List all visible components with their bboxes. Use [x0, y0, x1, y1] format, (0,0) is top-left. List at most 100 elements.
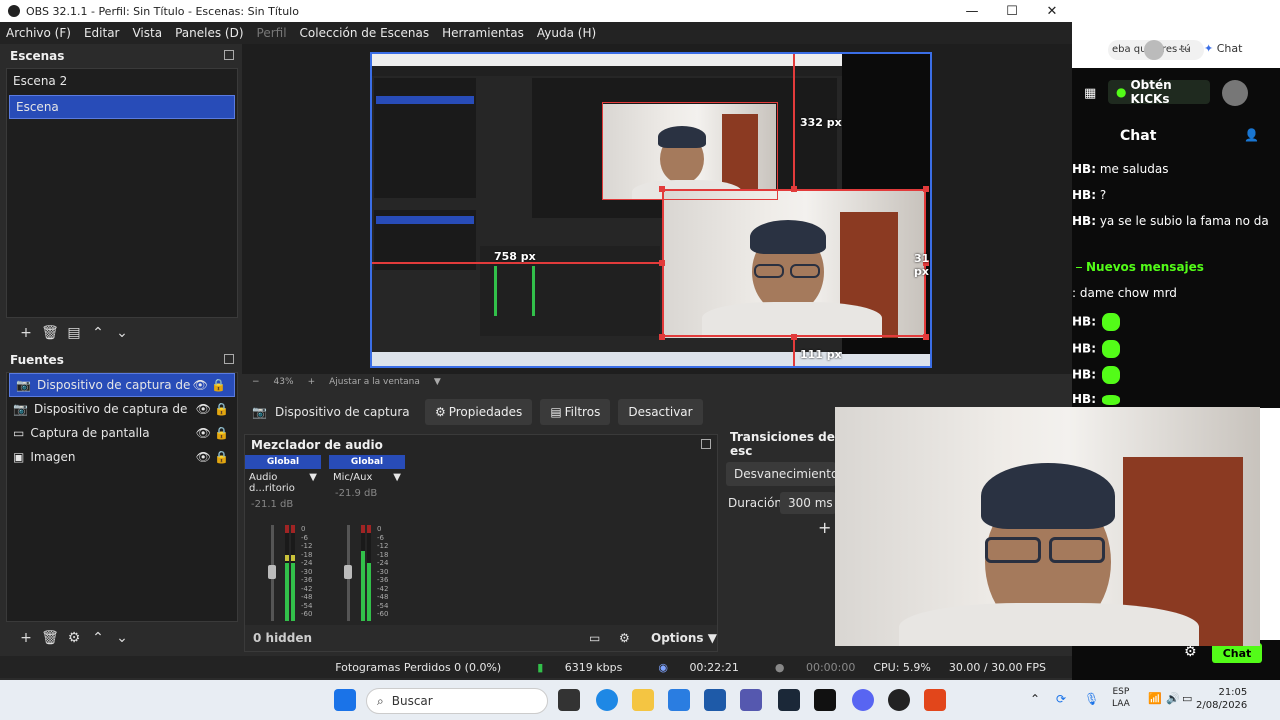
duration-input[interactable]: 300 ms — [780, 492, 836, 514]
add-scene-icon[interactable]: + — [14, 321, 38, 345]
dropped-frames: Fotogramas Perdidos 0 (0.0%) — [335, 660, 502, 674]
language-indicator[interactable]: ESP LAA — [1112, 686, 1130, 710]
volume-fader[interactable] — [344, 525, 352, 621]
move-down-icon[interactable]: ⌄ — [110, 321, 134, 345]
preview-canvas[interactable]: 332 px 758 px 31 px 111 px — [370, 52, 932, 368]
layout-icon[interactable]: ▭ — [589, 631, 600, 645]
menu-vista[interactable]: Vista — [132, 26, 162, 40]
steam-icon[interactable] — [778, 689, 800, 711]
wifi-icon[interactable]: 📶 — [1148, 692, 1162, 705]
undock-icon[interactable] — [224, 354, 234, 364]
copilot-chat-button[interactable]: ✦ Chat — [1204, 42, 1242, 55]
scene-item-selected[interactable]: Escena — [9, 95, 235, 119]
maximize-button[interactable]: ☐ — [992, 0, 1032, 22]
edge-icon[interactable] — [596, 689, 618, 711]
move-down-icon[interactable]: ⌄ — [110, 626, 134, 650]
users-icon[interactable]: 👤 — [1244, 128, 1259, 142]
send-chat-button[interactable]: Chat — [1212, 643, 1262, 663]
lock-icon[interactable]: 🔒 — [214, 450, 229, 464]
zoom-in-button[interactable]: + — [308, 377, 316, 387]
menu-herramientas[interactable]: Herramientas — [442, 26, 524, 40]
lock-icon[interactable]: 🔒 — [214, 402, 229, 416]
scale-tick: -12 — [301, 542, 313, 550]
menu-perfil[interactable]: Perfil — [257, 26, 287, 40]
chevron-down-icon[interactable]: ▼ — [393, 472, 401, 483]
grid-icon[interactable]: ▦ — [1084, 86, 1096, 101]
move-up-icon[interactable]: ⌃ — [86, 321, 110, 345]
battery-icon[interactable]: ▭ — [1182, 692, 1192, 705]
get-kicks-button[interactable]: ● Obtén KICKs — [1108, 78, 1210, 106]
menu-paneles[interactable]: Paneles (D) — [175, 26, 243, 40]
app-icon[interactable] — [924, 689, 946, 711]
add-source-icon[interactable]: + — [14, 626, 38, 650]
clock[interactable]: 21:05 2/08/2026 — [1196, 686, 1247, 712]
store-icon[interactable] — [668, 689, 690, 711]
menu-editar[interactable]: Editar — [84, 26, 120, 40]
eye-icon[interactable]: 👁 — [196, 426, 211, 440]
menu-archivo[interactable]: Archivo (F) — [6, 26, 71, 40]
transition-select[interactable]: Desvanecimiento — [726, 462, 838, 486]
options-button[interactable]: Options ▼ — [651, 631, 717, 645]
minimize-button[interactable]: — — [952, 0, 992, 22]
windows-start-icon[interactable] — [334, 689, 356, 711]
avatar[interactable] — [1144, 40, 1164, 60]
fader-knob[interactable] — [344, 565, 352, 579]
more-icon[interactable]: ⋯ — [1178, 42, 1190, 56]
menu-coleccion[interactable]: Colección de Escenas — [300, 26, 430, 40]
eye-icon[interactable]: 👁 — [193, 378, 208, 392]
filters-button[interactable]: ▤ Filtros — [540, 399, 611, 425]
duration-label: Duración — [728, 496, 783, 510]
sync-icon[interactable]: ⟳ — [1056, 692, 1066, 706]
gear-icon[interactable]: ⚙ — [1184, 644, 1197, 660]
stream-icon: ● — [774, 660, 785, 674]
emote-icon — [1102, 313, 1120, 331]
move-up-icon[interactable]: ⌃ — [86, 626, 110, 650]
sources-dock: Fuentes 📷 Dispositivo de captura de víde… — [4, 350, 240, 652]
outlook-icon[interactable] — [704, 689, 726, 711]
microphone-icon[interactable]: 🎙 — [1084, 692, 1099, 706]
gear-icon[interactable]: ⚙ — [62, 626, 86, 650]
chevron-down-icon[interactable]: ▼ — [434, 377, 441, 387]
zoom-out-button[interactable]: − — [252, 377, 260, 387]
channel-name[interactable]: Mic/Aux ▼ — [329, 469, 405, 486]
task-view-icon[interactable] — [558, 689, 580, 711]
lock-icon[interactable]: 🔒 — [211, 378, 226, 392]
discord-icon[interactable] — [852, 689, 874, 711]
chevron-up-icon[interactable]: ⌃ — [1030, 692, 1040, 706]
resize-handle[interactable] — [923, 334, 929, 340]
source-item[interactable]: ▣ Imagen 👁 🔒 — [7, 445, 237, 469]
properties-button[interactable]: ⚙ Propiedades — [424, 399, 533, 425]
obs-taskbar-icon[interactable] — [888, 689, 910, 711]
volume-fader[interactable] — [268, 525, 276, 621]
resize-handle[interactable] — [923, 186, 929, 192]
eye-icon[interactable]: 👁 — [196, 450, 211, 464]
source-item[interactable]: ▭ Captura de pantalla 👁 🔒 — [7, 421, 237, 445]
filter-icon[interactable]: ▤ — [62, 321, 86, 345]
taskbar-search[interactable]: ⌕ Buscar — [366, 688, 548, 714]
remove-scene-icon[interactable]: 🗑 — [38, 321, 62, 345]
add-transition-icon[interactable]: + — [818, 518, 831, 537]
capcut-icon[interactable] — [814, 689, 836, 711]
remove-source-icon[interactable]: 🗑 — [38, 626, 62, 650]
resize-handle[interactable] — [659, 334, 665, 340]
teams-icon[interactable] — [740, 689, 762, 711]
scene-item[interactable]: Escena 2 — [7, 69, 237, 93]
deactivate-button[interactable]: Desactivar — [618, 399, 703, 425]
file-explorer-icon[interactable] — [632, 689, 654, 711]
lock-icon[interactable]: 🔒 — [214, 426, 229, 440]
fader-knob[interactable] — [268, 565, 276, 579]
eye-icon[interactable]: 👁 — [196, 402, 211, 416]
menu-ayuda[interactable]: Ayuda (H) — [537, 26, 596, 40]
channel-name[interactable]: Audio d...ritorio ▼ — [245, 469, 321, 497]
source-item[interactable]: 📷 Dispositivo de captura de vídeo 👁 🔒 — [7, 397, 237, 421]
gear-icon[interactable]: ⚙ — [619, 631, 630, 645]
close-button[interactable]: ✕ — [1032, 0, 1072, 22]
avatar[interactable] — [1222, 80, 1248, 106]
fit-window-button[interactable]: Ajustar a la ventana — [329, 377, 420, 387]
undock-icon[interactable] — [224, 50, 234, 60]
volume-icon[interactable]: 🔊 — [1166, 692, 1180, 705]
source-bounding-box[interactable] — [662, 189, 926, 337]
source-item-selected[interactable]: 📷 Dispositivo de captura de vídeo 👁 🔒 — [9, 373, 235, 397]
chevron-down-icon[interactable]: ▼ — [309, 472, 317, 494]
undock-icon[interactable] — [701, 439, 711, 449]
